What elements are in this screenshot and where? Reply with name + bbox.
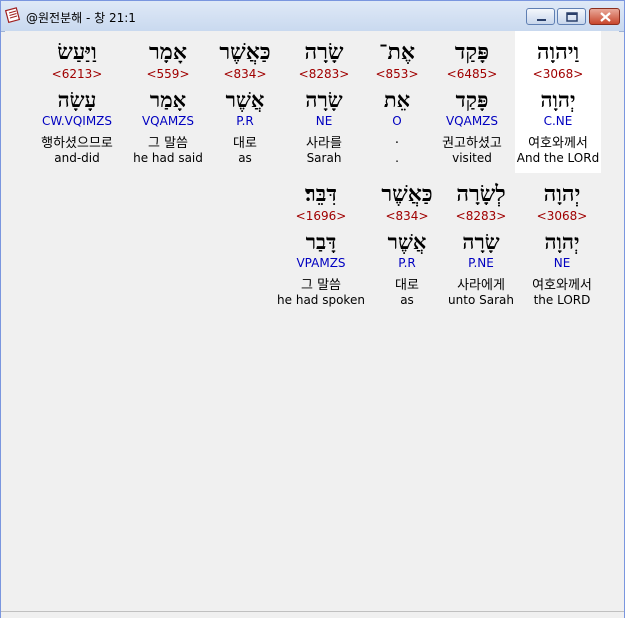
morphology-code: C.NE <box>543 114 573 128</box>
morphology-code: VPAMZS <box>296 256 346 270</box>
korean-gloss: 행하셨으므로 <box>41 136 113 151</box>
strong-number[interactable]: <834> <box>364 209 450 223</box>
word-cell[interactable]: שָׂרָה <8283> שָׂרָה NE 사라를 Sarah <box>281 31 367 173</box>
hebrew-word: וַיַּעַשׂ <box>57 39 97 65</box>
morphology-code: NE <box>553 256 571 270</box>
word-cell[interactable]: וַיהוָה <3068> יְהוָה C.NE 여호와께서 And the… <box>515 31 601 173</box>
english-gloss: as <box>400 293 414 307</box>
hebrew-lemma: אָמַר <box>149 87 187 112</box>
hebrew-lemma: יְהוָה <box>540 87 576 112</box>
title-bar[interactable]: @원전분해 - 창 21:1 <box>1 1 624 32</box>
morphology-code: VQAMZS <box>141 114 195 128</box>
morphology-code: NE <box>315 114 333 128</box>
word-cell[interactable]: כַּאֲשֶׁר <834> אֲשֶׁר P.R 대로 as <box>202 31 288 173</box>
strong-number[interactable]: <8283> <box>281 67 367 81</box>
morphology-code: CW.VQIMZS <box>41 114 113 128</box>
app-window: @원전분해 - 창 21:1 וַיהוָה <3068> יְהוָה C.N… <box>0 0 625 618</box>
minimize-icon <box>537 19 546 21</box>
strong-number[interactable]: <3068> <box>519 209 605 223</box>
hebrew-lemma: שָׂרָה <box>305 87 343 112</box>
word-cell[interactable]: כַּאֲשֶׁר <834> אֲשֶׁר P.R 대로 as <box>364 173 450 315</box>
hebrew-lemma: אֲשֶׁר <box>387 229 427 254</box>
word-cell[interactable]: דִּבֵּר׃ <1696> דָּבַר VPAMZS 그 말씀 he ha… <box>273 173 369 315</box>
close-icon <box>600 12 611 22</box>
hebrew-lemma: אֲשֶׁר <box>225 87 265 112</box>
hebrew-word: פָּקַד <box>454 39 490 65</box>
korean-gloss: 사라를 <box>306 136 342 151</box>
korean-gloss: 그 말씀 <box>300 278 341 293</box>
english-gloss: the LORD <box>533 293 591 307</box>
hebrew-lemma: יְהוָה <box>544 229 580 254</box>
hebrew-lemma: פָּקַד <box>455 87 489 112</box>
maximize-icon <box>566 12 578 22</box>
english-gloss: unto Sarah <box>448 293 514 307</box>
maximize-button[interactable] <box>557 8 586 25</box>
bible-book-icon[interactable] <box>5 7 21 23</box>
strong-number[interactable]: <8283> <box>438 209 524 223</box>
minimize-button[interactable] <box>526 8 555 25</box>
english-gloss: and-did <box>54 151 100 165</box>
english-gloss: Sarah <box>306 151 342 165</box>
korean-gloss: 대로 <box>233 136 257 151</box>
word-cell[interactable]: וַיַּעַשׂ <6213> עָשָׂה CW.VQIMZS 행하셨으므로… <box>29 31 125 173</box>
english-gloss: he had spoken <box>277 293 365 307</box>
hebrew-word: שָׂרָה <box>304 39 344 65</box>
hebrew-word: וַיהוָה <box>536 39 580 65</box>
hebrew-word: דִּבֵּר׃ <box>305 181 337 207</box>
morphology-code: P.R <box>236 114 254 128</box>
strong-number[interactable]: <559> <box>125 67 211 81</box>
close-button[interactable] <box>589 8 620 25</box>
hebrew-word: אָמָר <box>149 39 187 65</box>
strong-number[interactable]: <834> <box>202 67 288 81</box>
hebrew-word: כַּאֲשֶׁר <box>381 181 433 207</box>
hebrew-lemma: דָּבַר <box>305 229 337 254</box>
korean-gloss: 그 말씀 <box>147 136 188 151</box>
strong-number[interactable]: <1696> <box>273 209 369 223</box>
bottom-edge <box>1 611 624 618</box>
morphology-code: P.NE <box>468 256 494 270</box>
morphology-code: P.R <box>398 256 416 270</box>
english-gloss: visited <box>452 151 492 165</box>
strong-number[interactable]: <6213> <box>29 67 125 81</box>
word-cell[interactable]: אָמָר <559> אָמַר VQAMZS 그 말씀 he had sai… <box>125 31 211 173</box>
word-cell[interactable]: לְשָׂרָה <8283> שָׂרָה P.NE 사라에게 unto Sa… <box>438 173 524 315</box>
morphology-code: VQAMZS <box>445 114 499 128</box>
strong-number[interactable]: <3068> <box>515 67 601 81</box>
hebrew-word: כַּאֲשֶׁר <box>219 39 271 65</box>
korean-gloss: 사라에게 <box>457 278 505 293</box>
window-title: @원전분해 - 창 21:1 <box>26 11 136 25</box>
hebrew-word: יְהוָה <box>543 181 581 207</box>
word-cell[interactable]: יְהוָה <3068> יְהוָה NE 여호와께서 the LORD <box>519 173 605 315</box>
hebrew-lemma: עָשָׂה <box>57 87 97 112</box>
interlinear-view: וַיהוָה <3068> יְהוָה C.NE 여호와께서 And the… <box>5 31 619 611</box>
english-gloss: And the LORd <box>516 151 600 165</box>
english-gloss: as <box>238 151 252 165</box>
hebrew-word: לְשָׂרָה <box>456 181 506 207</box>
korean-gloss: 여호와께서 <box>532 278 592 293</box>
korean-gloss: 여호와께서 <box>528 136 588 151</box>
strong-number[interactable]: <6485> <box>429 67 515 81</box>
english-gloss: he had said <box>133 151 203 165</box>
korean-gloss: 대로 <box>395 278 419 293</box>
korean-gloss: 권고하셨고 <box>442 136 502 151</box>
hebrew-lemma: שָׂרָה <box>462 229 500 254</box>
word-cell[interactable]: פָּקַד <6485> פָּקַד VQAMZS 권고하셨고 visite… <box>429 31 515 173</box>
